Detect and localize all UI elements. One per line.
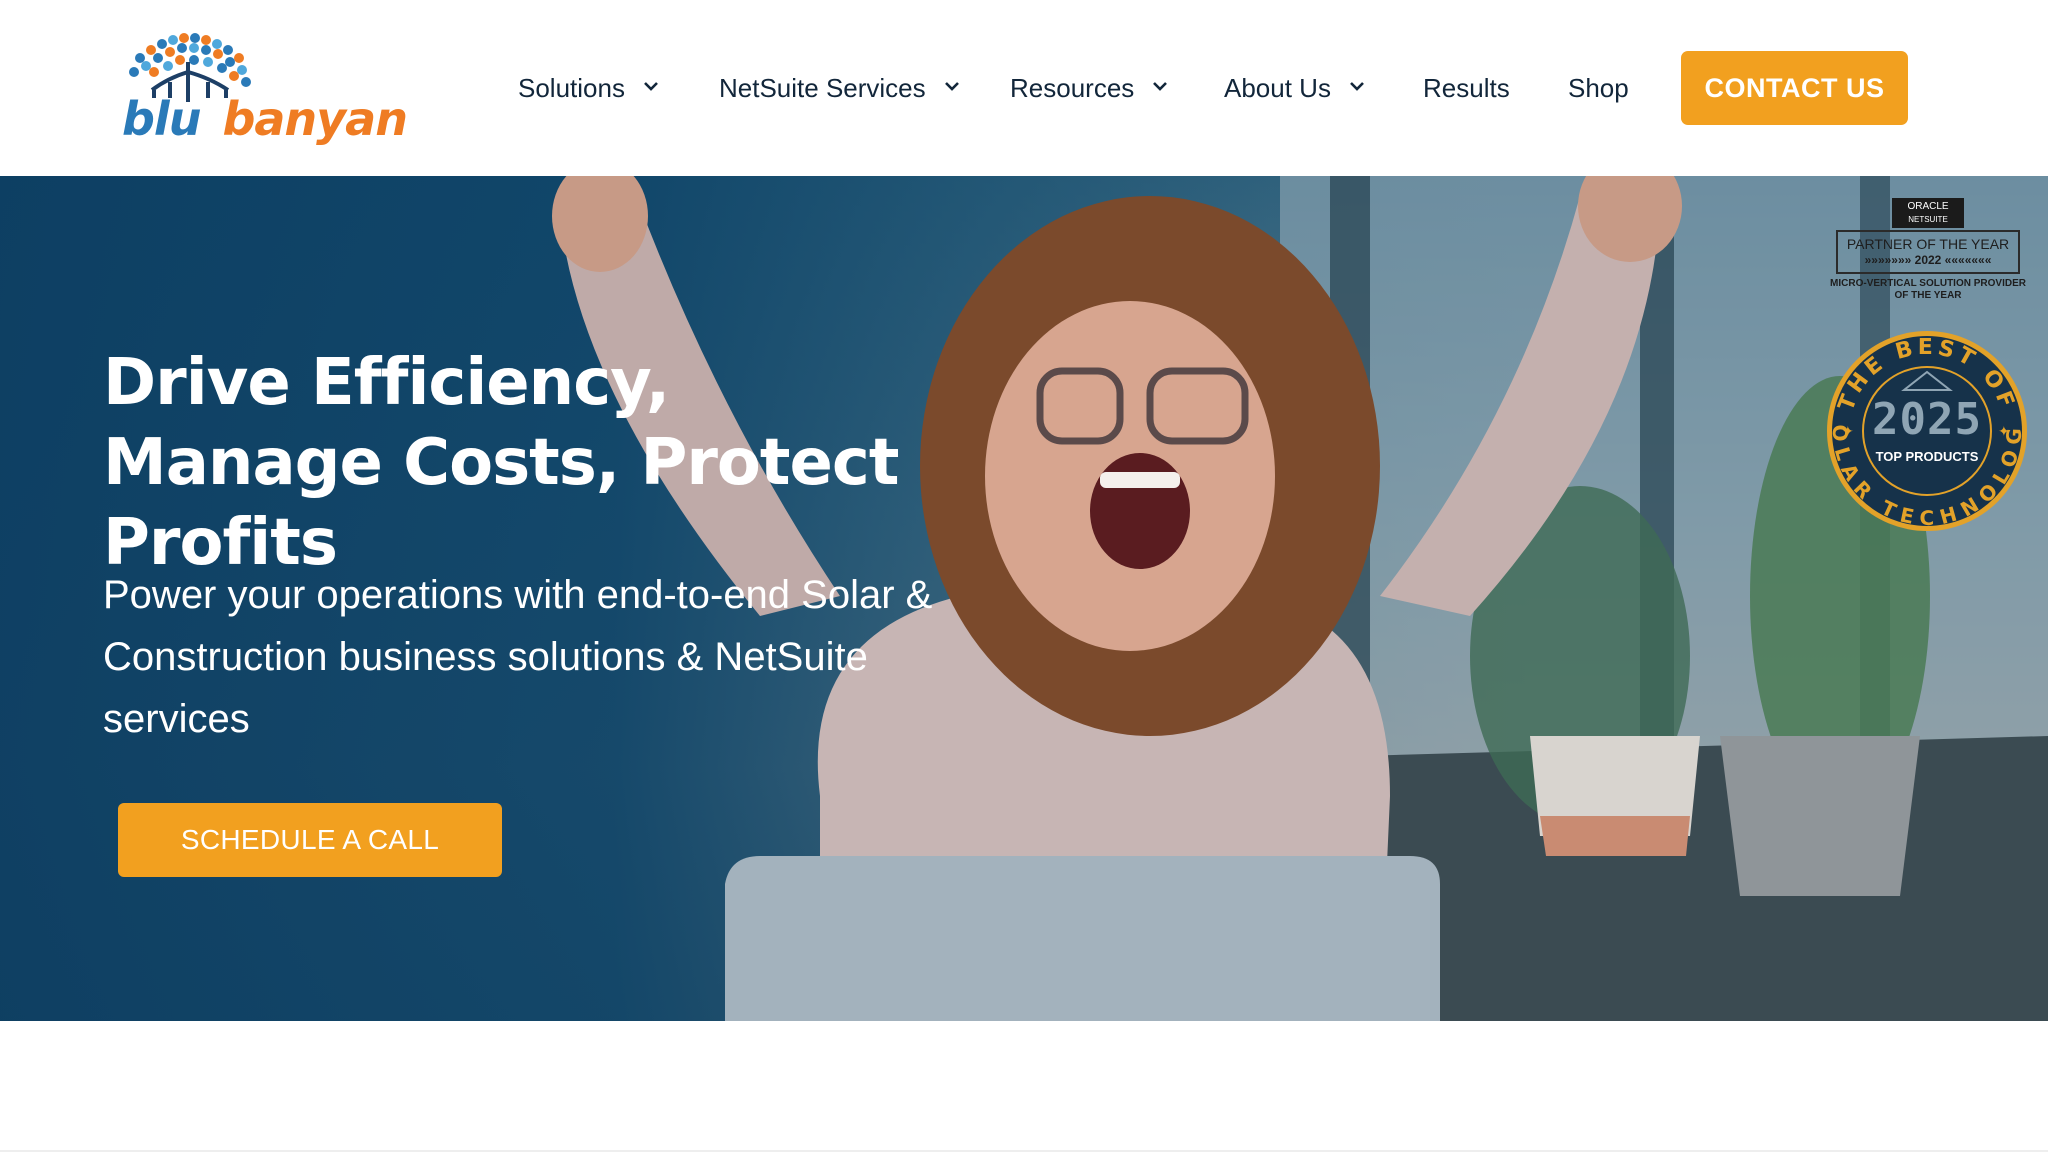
schedule-a-call-button[interactable]: SCHEDULE A CALL <box>118 803 502 877</box>
nav-shop[interactable]: Shop <box>1568 70 1629 106</box>
nav-about-us[interactable]: About Us <box>1224 70 1365 106</box>
nav-resources[interactable]: Resources <box>1010 70 1168 106</box>
logo-wordmark: blu banyan <box>122 96 408 142</box>
contact-us-button[interactable]: CONTACT US <box>1681 51 1908 125</box>
best-of-solar-technology-badge: THE BEST OF SOLAR TECHNOLOGY ✦ ✦ 2025 TO… <box>1814 324 2030 534</box>
hero-subtitle: Power your operations with end-to-end So… <box>103 573 933 741</box>
netsuite-label: NETSUITE <box>1908 215 1948 224</box>
partner-of-the-year-badge: ORACLE NETSUITE PARTNER OF THE YEAR »»»»… <box>1822 198 2034 303</box>
oracle-netsuite-logo: ORACLE NETSUITE <box>1892 198 1964 228</box>
nav-solutions[interactable]: Solutions <box>518 70 659 106</box>
nav-results-label: Results <box>1423 72 1510 103</box>
nav-netsuite-services[interactable]: NetSuite Services <box>719 70 960 106</box>
oracle-label: ORACLE <box>1907 201 1949 212</box>
seal-year: 2025 <box>1872 394 1982 445</box>
chevron-down-icon <box>1153 82 1168 91</box>
nav-solutions-label: Solutions <box>518 72 625 103</box>
chevron-down-icon <box>1350 82 1364 91</box>
partner-caption: MICRO-VERTICAL SOLUTION PROVIDER OF THE … <box>1830 278 2026 301</box>
bluebanyan-logo[interactable]: blu banyan <box>118 32 408 148</box>
hero-section: Drive Efficiency, Manage Costs, Protect … <box>0 176 2048 1021</box>
seal-top-products: TOP PRODUCTS <box>1875 449 1979 464</box>
partner-frame: PARTNER OF THE YEAR »»»»»»» 2022 ««««««« <box>1836 230 2020 274</box>
chevron-down-icon <box>944 82 959 91</box>
chevron-down-icon <box>644 82 658 91</box>
nav-resources-label: Resources <box>1010 72 1135 103</box>
logo-text-blu: blu <box>122 92 201 146</box>
nav-results[interactable]: Results <box>1423 70 1510 106</box>
hero-title: Drive Efficiency, Manage Costs, Protect … <box>103 345 899 580</box>
nav-netsuite-services-label: NetSuite Services <box>719 72 926 103</box>
partner-year: »»»»»»» 2022 ««««««« <box>1864 253 1992 267</box>
nav-shop-label: Shop <box>1568 72 1629 103</box>
logo-text-banyan: banyan <box>222 92 407 146</box>
site-header: blu banyan Solutions NetSuite Services Re… <box>0 0 2048 176</box>
partner-line1: PARTNER OF THE YEAR <box>1846 236 2010 252</box>
nav-about-us-label: About Us <box>1224 72 1331 103</box>
